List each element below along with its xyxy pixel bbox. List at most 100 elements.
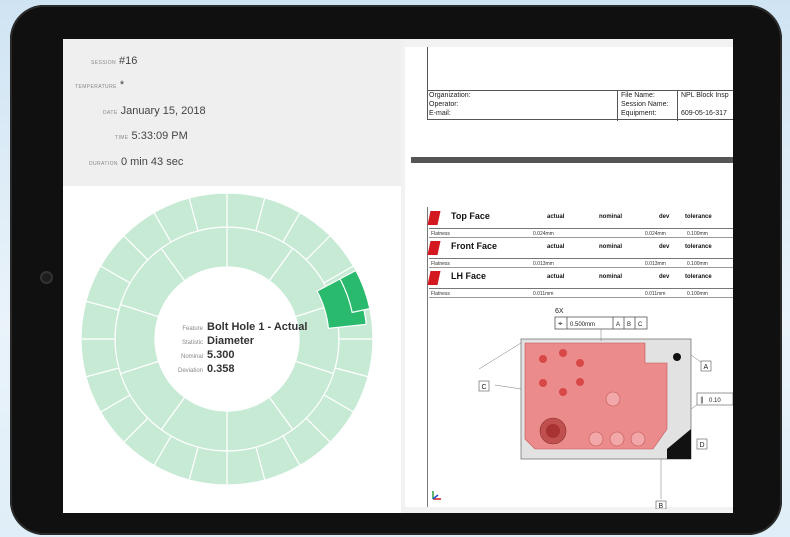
header-divider-2: [677, 91, 678, 121]
tolerance: 0.100mm: [687, 231, 708, 237]
session-value: #16: [119, 55, 138, 67]
temperature-row: TEMPERATURE *: [75, 79, 124, 91]
center-nominal: Nominal 5.300: [159, 349, 235, 361]
dev: 0.013mm: [645, 261, 666, 267]
app-screen: SESSION #16 TEMPERATURE * DATE January 15, …: [63, 39, 733, 513]
file-name-value: NPL Block Insp: [681, 92, 729, 99]
session-row: SESSION #16: [91, 55, 137, 67]
col-actual: actual: [547, 244, 565, 250]
deviation-label: Deviation: [177, 368, 203, 374]
datum-d-tag: D: [696, 438, 708, 450]
dev: 0.011mm: [645, 291, 666, 297]
organization-label: Organization:: [429, 92, 471, 99]
temperature-value: *: [119, 79, 125, 91]
feature-row-front-face: Flatness 0.013mm 0.013mm 0.100mm: [429, 260, 733, 268]
feature-label: Feature: [182, 326, 203, 332]
col-tolerance: tolerance: [685, 244, 712, 250]
file-name-label: File Name:: [621, 92, 655, 99]
equipment-value: 609-05-16-317: [681, 110, 727, 117]
fcf-tolerance: 0.500mm: [570, 322, 595, 328]
session-label: SESSION: [91, 60, 117, 66]
col-dev: dev: [659, 244, 670, 250]
datum-d-label: D: [700, 442, 705, 449]
col-nominal: nominal: [599, 274, 623, 280]
feature-name: Top Face: [451, 211, 490, 221]
col-tolerance: tolerance: [685, 274, 712, 280]
feature-control-frame: ⌖ 0.500mm A B C: [554, 316, 648, 330]
datum-a-tag: A: [700, 360, 712, 372]
parallel-icon: ∥: [700, 396, 704, 404]
camera-icon: [40, 271, 53, 284]
feature-header-front-face: Front Face actual nominal dev tolerance: [427, 241, 733, 259]
center-feature: Feature Bolt Hole 1 - Actual: [159, 321, 307, 333]
email-label: E-mail:: [429, 110, 451, 117]
stat: Flatness: [431, 261, 450, 267]
flag-icon: [427, 211, 441, 225]
header-divider: [617, 91, 618, 121]
tolerance: 0.100mm: [687, 291, 708, 297]
col-nominal: nominal: [599, 214, 623, 220]
datum-b-label: B: [659, 503, 664, 509]
feature-name: LH Face: [451, 271, 487, 281]
operator-label: Operator:: [429, 101, 459, 108]
center-deviation: Deviation 0.358: [159, 363, 235, 375]
stat: Flatness: [431, 231, 450, 237]
center-statistic: Statistic Diameter: [159, 335, 254, 347]
deviation-value: 0.358: [207, 363, 235, 375]
section-divider-band: [411, 157, 733, 163]
datum-c-tag: C: [478, 380, 490, 392]
time-value: 5:33:09 PM: [131, 130, 188, 142]
feature-row-top-face: Flatness 0.024mm 0.024mm 0.100mm: [429, 230, 733, 238]
feature-value: Bolt Hole 1 - Actual: [207, 321, 308, 333]
dev: 0.024mm: [645, 231, 666, 237]
time-row: TIME 5:33:09 PM: [115, 130, 188, 142]
datum-a-label: A: [704, 364, 709, 371]
col-dev: dev: [659, 214, 670, 220]
date-label: DATE: [103, 110, 118, 116]
actual: 0.011mm: [533, 291, 554, 297]
col-dev: dev: [659, 274, 670, 280]
col-nominal: nominal: [599, 244, 623, 250]
datum-c-label: C: [482, 384, 487, 391]
axis-triad-icon: [432, 491, 441, 500]
actual: 0.013mm: [533, 261, 554, 267]
actual: 0.024mm: [533, 231, 554, 237]
fcf-datum-b: B: [627, 322, 631, 328]
tolerance: 0.100mm: [687, 261, 708, 267]
flag-icon: [427, 241, 441, 255]
duration-value: 0 min 43 sec: [120, 156, 184, 168]
col-tolerance: tolerance: [685, 214, 712, 220]
feature-header-top-face: Top Face actual nominal dev tolerance: [427, 211, 733, 229]
date-value: January 15, 2018: [120, 105, 206, 117]
col-actual: actual: [547, 214, 565, 220]
feature-header-lh-face: LH Face actual nominal dev tolerance: [427, 271, 733, 289]
col-actual: actual: [547, 274, 565, 280]
side-tolerance: 0.10: [709, 398, 721, 404]
flag-icon: [427, 271, 441, 285]
fcf-datum-c: C: [638, 322, 643, 328]
datum-b-tag: B: [655, 500, 667, 509]
stat: Flatness: [431, 291, 450, 297]
statistic-label: Statistic: [181, 340, 203, 346]
position-symbol-icon: ⌖: [558, 319, 563, 328]
duration-row: DURATION 0 min 43 sec: [89, 156, 183, 168]
left-panel: SESSION #16 TEMPERATURE * DATE January 15, …: [63, 39, 401, 513]
feature-name: Front Face: [451, 241, 498, 251]
time-label: TIME: [115, 135, 129, 141]
equipment-label: Equipment:: [621, 110, 657, 117]
date-row: DATE January 15, 2018: [103, 105, 206, 117]
technical-drawing: 6X ⌖ 0.500mm A B C C A ∥ 0.10 D B: [432, 308, 733, 509]
count-label: 6X: [555, 308, 564, 315]
session-info-panel: SESSION #16 TEMPERATURE * DATE January 15, …: [63, 39, 401, 186]
nominal-value: 5.300: [207, 349, 235, 361]
duration-label: DURATION: [89, 161, 118, 167]
session-name-label: Session Name:: [621, 101, 669, 108]
report-panel: Organization: Operator: E-mail: File Nam…: [405, 47, 733, 509]
feature-row-lh-face: Flatness 0.011mm 0.011mm 0.100mm: [429, 290, 733, 298]
statistic-value: Diameter: [207, 335, 255, 347]
sunburst-chart: Feature Bolt Hole 1 - Actual Statistic Dia…: [77, 189, 377, 499]
flatness-callout: ∥ 0.10: [696, 392, 733, 406]
temperature-label: TEMPERATURE: [75, 84, 117, 90]
nominal-label: Nominal: [180, 354, 203, 360]
fcf-datum-a: A: [616, 322, 620, 328]
